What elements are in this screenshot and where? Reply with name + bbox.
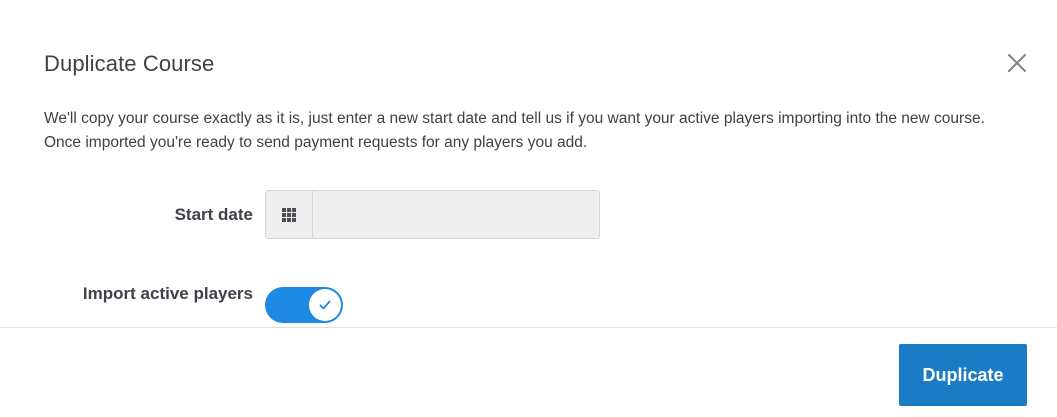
- start-date-input[interactable]: [313, 191, 599, 238]
- close-icon: [1008, 54, 1026, 72]
- footer-divider: [0, 327, 1057, 328]
- close-button[interactable]: [1002, 48, 1032, 78]
- calendar-grid-icon: [282, 207, 296, 222]
- start-date-label: Start date: [174, 205, 253, 224]
- modal-title: Duplicate Course: [44, 51, 215, 76]
- modal-description: We'll copy your course exactly as it is,…: [44, 110, 985, 151]
- toggle-knob: [309, 289, 341, 321]
- calendar-button[interactable]: [266, 191, 313, 238]
- start-date-field: [265, 190, 600, 239]
- duplicate-button[interactable]: Duplicate: [899, 344, 1027, 406]
- import-active-players-label: Import active players: [82, 284, 253, 303]
- import-active-players-toggle[interactable]: [265, 287, 343, 323]
- check-icon: [319, 300, 331, 310]
- duplicate-course-modal: Duplicate Course We'll copy your course …: [0, 0, 1057, 417]
